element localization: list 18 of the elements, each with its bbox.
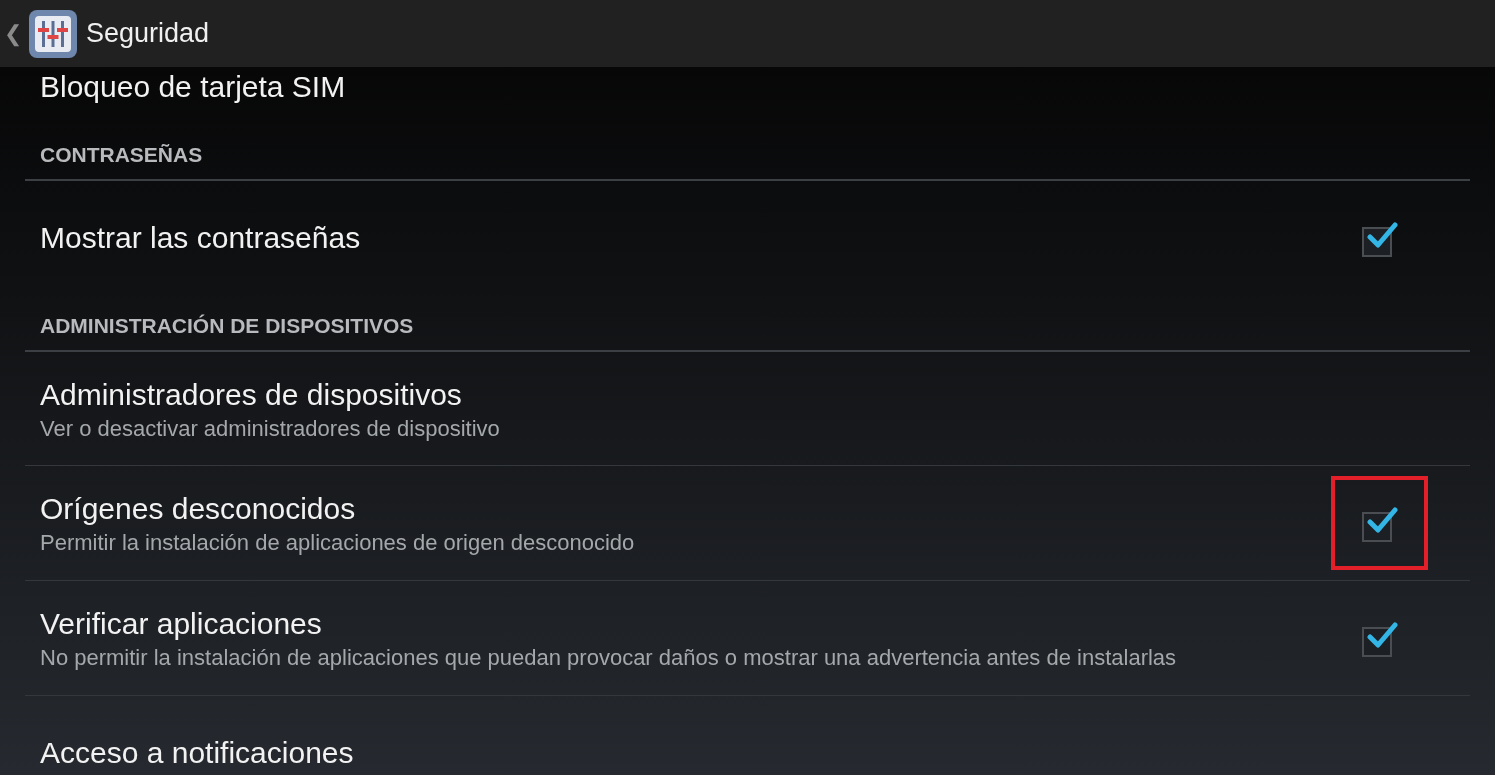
screen-title: Seguridad <box>86 17 210 51</box>
checkmark-icon <box>1365 619 1398 651</box>
setting-title[interactable]: Administradores de dispositivos <box>40 374 1455 415</box>
setting-title[interactable]: Verificar aplicaciones <box>40 604 1331 644</box>
equalizer-icon[interactable] <box>28 8 78 59</box>
checkmark-icon <box>1365 504 1398 536</box>
section-header: ADMINISTRACIÓN DE DISPOSITIVOS <box>40 313 415 339</box>
checkbox[interactable] <box>1361 619 1398 657</box>
setting-title[interactable]: Orígenes desconocidos <box>40 489 1331 529</box>
setting-summary: No permitir la instalación de aplicaciones que puedan provocar daños o mostrar una advertencia antes de instalarlas <box>40 644 1178 672</box>
back-arrow[interactable]: ❮ <box>4 17 22 50</box>
checkbox[interactable] <box>1361 504 1398 542</box>
section-header: CONTRASEÑAS <box>40 142 204 168</box>
setting-title[interactable]: Mostrar las contraseñas <box>40 217 1331 258</box>
setting-summary: Ver o desactivar administradores de dispositivo <box>40 414 501 443</box>
setting-title[interactable]: Bloqueo de tarjeta SIM <box>40 67 1455 107</box>
setting-summary: Permitir la instalación de aplicaciones de origen desconocido <box>40 529 636 557</box>
setting-title[interactable]: Acceso a notificaciones <box>40 732 1455 773</box>
